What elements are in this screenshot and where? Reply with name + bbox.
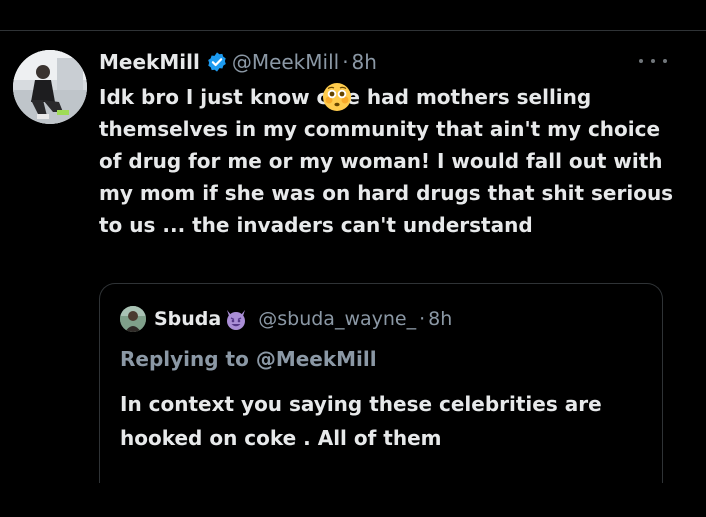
quoted-tweet-header: Sbuda @sbuda_wayne_ · 8h: [120, 306, 452, 332]
replying-to-line: Replying to @MeekMill: [120, 347, 377, 371]
quoted-author-name: Sbuda: [154, 308, 222, 330]
author-name[interactable]: MeekMill: [99, 50, 200, 74]
author-handle[interactable]: @MeekMill: [232, 50, 339, 74]
quoted-tweet-text: In context you saying these celebrities …: [120, 392, 602, 450]
header-separator: ·: [342, 50, 349, 74]
tweet-header: MeekMill @MeekMill · 8h: [99, 47, 377, 77]
top-divider: [0, 30, 706, 31]
replying-to-mention[interactable]: @MeekMill: [256, 347, 377, 371]
more-options-icon[interactable]: [639, 54, 667, 68]
quoted-tweet-card[interactable]: Sbuda @sbuda_wayne_ · 8h Replying to @Me…: [99, 283, 663, 483]
quoted-header-separator: ·: [419, 308, 426, 330]
quoted-author-avatar: [120, 306, 146, 332]
tweet-text: Idk bro I just know c e had mothers sell…: [99, 81, 674, 241]
flushed-face-emoji-icon: [322, 82, 352, 112]
author-avatar[interactable]: [13, 50, 87, 124]
verified-badge-icon: [206, 51, 228, 73]
quoted-tweet-timestamp: 8h: [428, 308, 453, 330]
tweet-timestamp[interactable]: 8h: [352, 50, 377, 74]
tweet-text-part-1: Idk bro I just know c: [99, 85, 329, 109]
smiling-devil-emoji-icon: [224, 307, 248, 331]
replying-to-label: Replying to: [120, 347, 256, 371]
quoted-author-handle: @sbuda_wayne_: [258, 308, 417, 330]
